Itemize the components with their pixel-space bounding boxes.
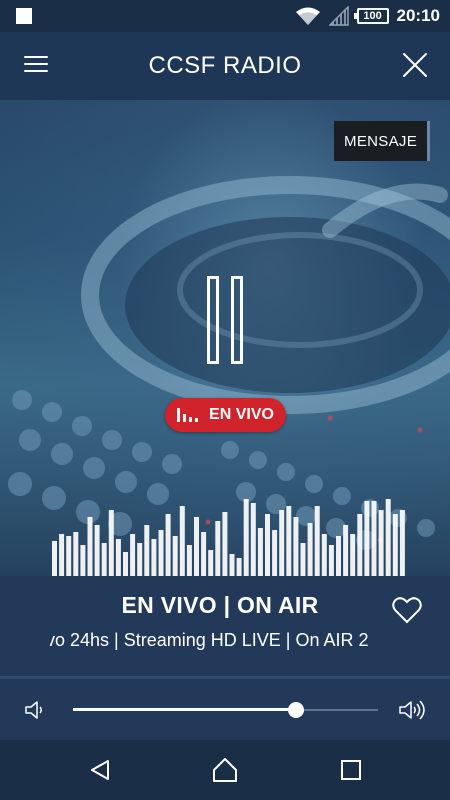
equalizer-bar — [101, 543, 107, 576]
equalizer-bar — [357, 514, 363, 576]
clock: 20:10 — [396, 6, 440, 25]
equalizer-bar — [314, 506, 320, 576]
wifi-icon — [295, 7, 320, 25]
equalizer-bar — [392, 514, 398, 576]
cover-image: MENSAJE EN VIVO — [0, 100, 450, 576]
signal-icon — [328, 6, 349, 26]
heart-outline-icon[interactable] — [392, 596, 422, 624]
equalizer-bar — [371, 501, 377, 576]
notification-icon — [16, 8, 32, 24]
app-header: CCSF RADIO — [0, 32, 450, 100]
equalizer-bar — [201, 532, 207, 576]
volume-slider-fill — [73, 708, 296, 711]
equalizer-bar — [94, 525, 100, 576]
battery-level: 100 — [363, 9, 382, 22]
volume-slider[interactable] — [73, 702, 378, 718]
equalizer-bar — [165, 514, 171, 576]
equalizer-bar — [115, 539, 121, 576]
back-icon[interactable] — [88, 758, 112, 782]
station-ticker: ivo 24hs | Streaming HD LIVE | On AIR 2 — [50, 630, 400, 654]
equalizer-bar — [250, 503, 256, 576]
equalizer-bar — [272, 530, 278, 576]
equalizer-bar — [343, 525, 349, 576]
equalizer-bar — [307, 523, 313, 576]
audio-equalizer — [52, 499, 405, 576]
equalizer-bar — [66, 536, 72, 576]
equalizer-bar — [144, 525, 150, 576]
equalizer-bar — [52, 541, 57, 576]
equalizer-bar — [73, 532, 79, 576]
equalizer-bar — [158, 530, 164, 576]
status-indicators: 100 20:10 — [295, 0, 440, 32]
equalizer-bar — [336, 536, 341, 576]
equalizer-bar — [108, 510, 114, 576]
recent-apps-icon[interactable] — [340, 759, 362, 781]
volume-low-icon[interactable] — [24, 699, 46, 721]
status-bar: 100 20:10 — [0, 0, 450, 32]
equalizer-bar — [208, 550, 214, 576]
close-icon[interactable] — [402, 52, 428, 78]
equalizer-bar — [385, 499, 391, 576]
equalizer-bar — [59, 534, 65, 576]
now-playing-title: EN VIVO | ON AIR — [121, 592, 319, 618]
station-ticker-text: ivo 24hs | Streaming HD LIVE | On AIR 2 — [50, 630, 369, 650]
equalizer-bar — [286, 506, 292, 576]
equalizer-bar — [399, 510, 405, 576]
equalizer-bar — [137, 543, 143, 576]
battery-icon: 100 — [353, 8, 389, 24]
radio-app: 100 20:10 CCSF RADIO MENSAJE EN VIVO EN … — [0, 0, 450, 800]
equalizer-bar — [364, 501, 370, 576]
home-icon[interactable] — [212, 757, 238, 783]
equalizer-bar — [243, 499, 249, 576]
system-nav-bar — [0, 740, 450, 800]
equalizer-bar — [130, 534, 136, 576]
equalizer-bar — [350, 534, 356, 576]
equalizer-bar — [321, 534, 327, 576]
equalizer-bar — [378, 510, 384, 576]
equalizer-bar — [236, 558, 242, 576]
equalizer-bar — [151, 539, 157, 576]
equalizer-bar — [123, 552, 128, 576]
equalizer-bar — [293, 517, 299, 576]
equalizer-bar — [172, 536, 178, 576]
equalizer-bar — [279, 510, 285, 576]
volume-high-icon[interactable] — [398, 699, 426, 721]
now-playing-panel: EN VIVO | ON AIR ivo 24hs | Streaming HD… — [0, 576, 450, 676]
equalizer-bar — [265, 514, 270, 576]
equalizer-bar — [186, 545, 192, 576]
volume-slider-thumb[interactable] — [288, 702, 304, 718]
equalizer-bar — [229, 554, 235, 576]
equalizer-bar — [194, 517, 199, 576]
equalizer-bar — [80, 545, 86, 576]
equalizer-bar — [257, 528, 263, 576]
equalizer-bar — [300, 543, 306, 576]
page-title: CCSF RADIO — [148, 52, 302, 79]
volume-control — [0, 676, 450, 740]
equalizer-bar — [87, 517, 93, 576]
equalizer-bar — [222, 512, 228, 576]
equalizer-bar — [215, 521, 221, 576]
equalizer-bar — [179, 506, 185, 576]
hamburger-menu-icon[interactable] — [24, 56, 48, 74]
equalizer-bar — [328, 545, 334, 576]
